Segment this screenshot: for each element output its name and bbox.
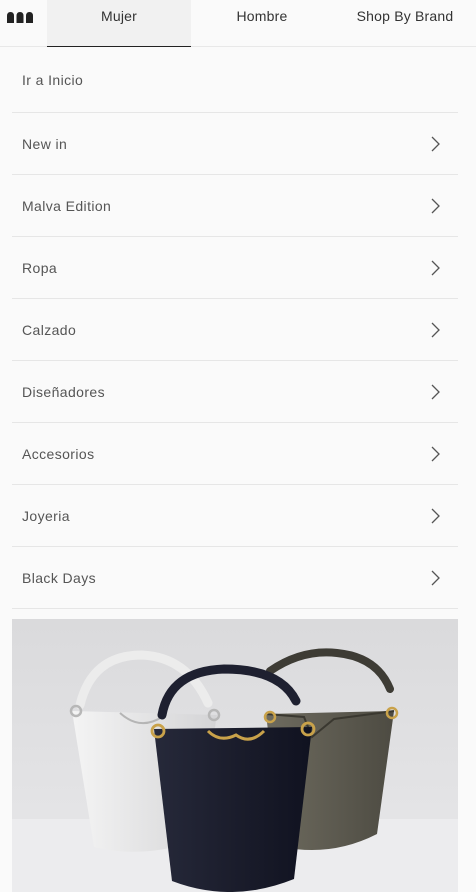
menu-item-label: Joyeria: [22, 507, 70, 524]
category-menu: Ir a Inicio New in Malva Edition Ropa Ca…: [12, 47, 458, 609]
promo-banner-image[interactable]: [12, 619, 458, 892]
menu-item-label: Calzado: [22, 321, 77, 338]
menu-item-label: Malva Edition: [22, 197, 112, 214]
chevron-right-icon: [431, 260, 440, 275]
menu-item-label: Accesorios: [22, 445, 95, 462]
handbags-photo: [12, 619, 458, 892]
menu-item-malva-edition[interactable]: Malva Edition: [12, 175, 458, 237]
chevron-right-icon: [431, 384, 440, 399]
menu-item-label: Diseñadores: [22, 383, 105, 400]
menu-item-label: Ropa: [22, 259, 58, 276]
menu-item-black-days[interactable]: Black Days: [12, 547, 458, 609]
chevron-right-icon: [431, 322, 440, 337]
menu-item-ir-a-inicio[interactable]: Ir a Inicio: [12, 47, 458, 113]
menu-item-label: New in: [22, 135, 68, 152]
menu-item-new-in[interactable]: New in: [12, 113, 458, 175]
menu-item-disenadores[interactable]: Diseñadores: [12, 361, 458, 423]
menu-item-joyeria[interactable]: Joyeria: [12, 485, 458, 547]
menu-item-accesorios[interactable]: Accesorios: [12, 423, 458, 485]
chevron-right-icon: [431, 570, 440, 585]
chevron-right-icon: [431, 446, 440, 461]
top-tab-bar: Mujer Hombre Shop By Brand: [0, 0, 476, 47]
tab-hombre[interactable]: Hombre: [202, 0, 322, 47]
chevron-right-icon: [431, 136, 440, 151]
brand-logo-icon[interactable]: [6, 11, 34, 23]
menu-item-label: Black Days: [22, 569, 97, 586]
chevron-right-icon: [431, 198, 440, 213]
menu-item-ropa[interactable]: Ropa: [12, 237, 458, 299]
chevron-right-icon: [431, 508, 440, 523]
menu-item-calzado[interactable]: Calzado: [12, 299, 458, 361]
tab-shop-by-brand[interactable]: Shop By Brand: [340, 0, 470, 47]
tab-mujer[interactable]: Mujer: [47, 0, 191, 47]
menu-item-label: Ir a Inicio: [22, 71, 84, 88]
